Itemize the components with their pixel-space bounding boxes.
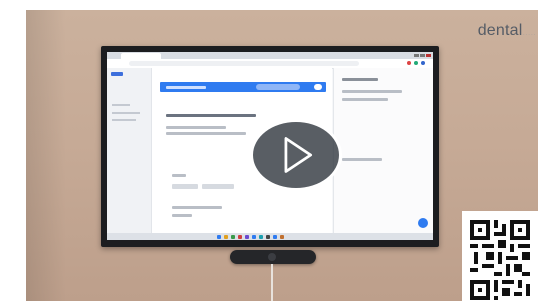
content-line <box>166 132 246 135</box>
extension-icon <box>414 61 418 65</box>
taskbar-icon <box>238 235 242 239</box>
browser-titlebar <box>107 52 433 59</box>
header-button <box>314 84 322 90</box>
content-chip <box>202 184 234 189</box>
brand-faint-text: ..... <box>522 27 536 37</box>
content-line <box>172 206 222 209</box>
extension-icon <box>407 61 411 65</box>
minimize-icon <box>414 54 419 57</box>
sidebar-item <box>112 112 140 114</box>
play-triangle-icon <box>284 137 313 173</box>
qr-code-icon <box>470 220 530 300</box>
taskbar-icon <box>245 235 249 239</box>
panel-line <box>342 90 402 93</box>
panel-title <box>342 78 378 81</box>
cable <box>271 264 273 301</box>
content-line <box>166 126 226 129</box>
taskbar-icon <box>252 235 256 239</box>
app-sidebar <box>107 68 152 233</box>
video-thumbnail[interactable]: dental..... <box>0 0 538 301</box>
taskbar-icon <box>280 235 284 239</box>
search-pill <box>256 84 300 90</box>
webcam-lens <box>268 253 276 261</box>
taskbar-icon <box>217 235 221 239</box>
taskbar-icon <box>259 235 263 239</box>
side-panel <box>333 68 433 233</box>
header-bar <box>160 82 326 92</box>
sidebar-item <box>112 104 130 106</box>
play-button[interactable] <box>250 119 342 191</box>
brand-watermark: dental..... <box>478 22 536 40</box>
panel-line <box>342 98 388 101</box>
header-text <box>166 86 206 89</box>
content-line <box>172 174 186 177</box>
close-icon <box>426 54 431 57</box>
taskbar-icon <box>266 235 270 239</box>
wall-shadow <box>26 10 66 301</box>
webcam-soundbar <box>230 250 316 264</box>
url-field <box>129 61 359 66</box>
app-logo <box>111 72 123 76</box>
panel-line <box>342 158 382 161</box>
content-chip <box>172 184 198 189</box>
brand-text: dental <box>477 22 523 39</box>
taskbar-icon <box>224 235 228 239</box>
fab-button <box>418 218 428 228</box>
taskbar-icon <box>273 235 277 239</box>
taskbar <box>107 233 433 240</box>
taskbar-icon <box>231 235 235 239</box>
maximize-icon <box>420 54 425 57</box>
extension-icon <box>421 61 425 65</box>
content-title <box>166 114 256 117</box>
qr-code <box>462 211 538 301</box>
sidebar-item <box>112 119 136 121</box>
content-line <box>172 214 192 217</box>
